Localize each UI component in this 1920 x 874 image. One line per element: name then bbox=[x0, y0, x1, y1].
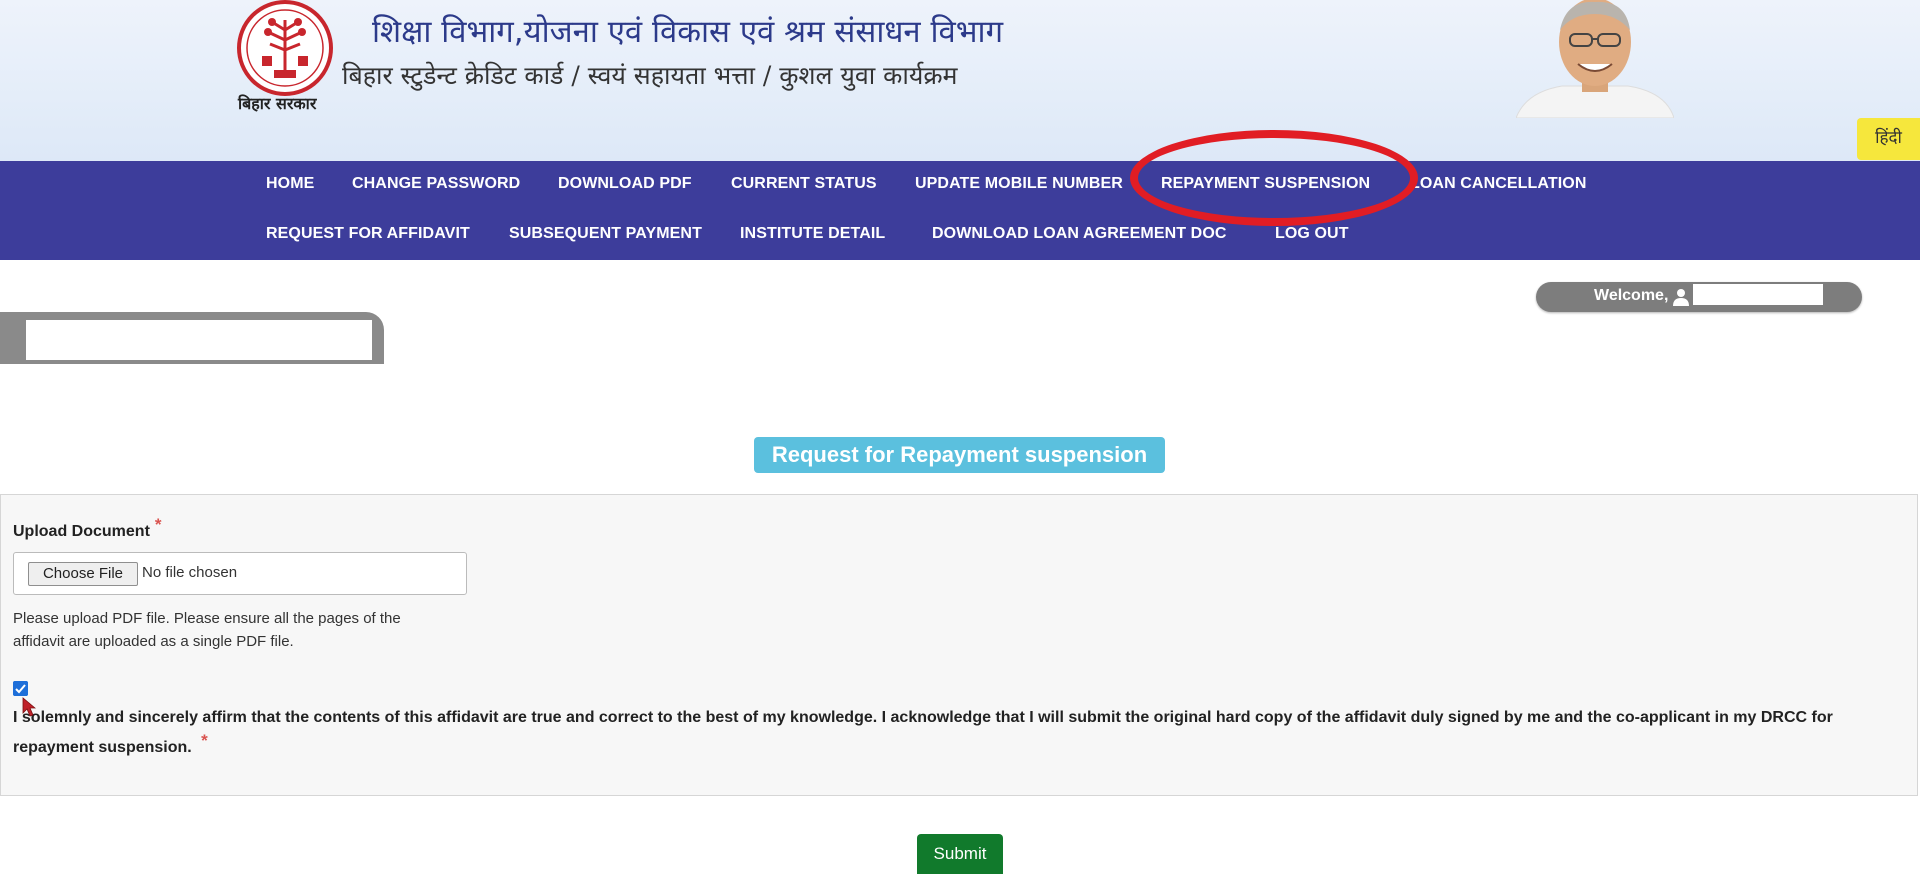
mouse-cursor-icon bbox=[22, 697, 36, 717]
affirmation-required-star: * bbox=[201, 731, 208, 750]
nav-institute-detail[interactable]: INSTITUTE DETAIL bbox=[740, 225, 885, 243]
help-line-2: affidavit are uploaded as a single PDF f… bbox=[13, 633, 294, 650]
choose-file-button[interactable]: Choose File bbox=[28, 562, 138, 586]
welcome-label: Welcome, bbox=[1594, 287, 1669, 304]
nav-log-out[interactable]: LOG OUT bbox=[1275, 225, 1349, 243]
form-title: Request for Repayment suspension bbox=[754, 437, 1165, 473]
program-subtitle: बिहार स्टुडेन्ट क्रेडिट कार्ड / स्वयं सह… bbox=[342, 61, 958, 90]
nav-loan-cancellation[interactable]: LOAN CANCELLATION bbox=[1410, 175, 1587, 193]
nav-download-loan-agreement-doc[interactable]: DOWNLOAD LOAN AGREEMENT DOC bbox=[932, 225, 1227, 243]
main-nav: HOME CHANGE PASSWORD DOWNLOAD PDF CURREN… bbox=[0, 161, 1920, 260]
chief-minister-portrait bbox=[1516, 0, 1674, 118]
redacted-profile-info bbox=[26, 320, 372, 360]
profile-tab bbox=[0, 312, 384, 364]
redacted-username bbox=[1693, 284, 1823, 305]
nav-update-mobile-number[interactable]: UPDATE MOBILE NUMBER bbox=[915, 175, 1123, 193]
nav-download-pdf[interactable]: DOWNLOAD PDF bbox=[558, 175, 692, 193]
required-star: * bbox=[154, 515, 162, 534]
nav-change-password[interactable]: CHANGE PASSWORD bbox=[352, 175, 520, 193]
upload-document-label: Upload Document * bbox=[13, 515, 162, 541]
upload-help-text: Please upload PDF file. Please ensure al… bbox=[13, 607, 473, 653]
affirmation-checkbox[interactable] bbox=[13, 681, 28, 696]
affirmation-statement: I solemnly and sincerely affirm that the… bbox=[13, 703, 1893, 762]
help-line-1: Please upload PDF file. Please ensure al… bbox=[13, 610, 401, 627]
nav-request-for-affidavit[interactable]: REQUEST FOR AFFIDAVIT bbox=[266, 225, 470, 243]
affirmation-text: I solemnly and sincerely affirm that the… bbox=[13, 709, 1833, 756]
nav-home[interactable]: HOME bbox=[266, 175, 314, 193]
site-header: बिहार सरकार शिक्षा विभाग,योजना एवं विकास… bbox=[0, 0, 1920, 161]
file-upload-input[interactable]: Choose File No file chosen bbox=[13, 552, 467, 595]
nav-current-status[interactable]: CURRENT STATUS bbox=[731, 175, 877, 193]
department-title: शिक्षा विभाग,योजना एवं विकास एवं श्रम सं… bbox=[372, 14, 1004, 50]
user-icon bbox=[1673, 289, 1689, 306]
bihar-emblem-icon bbox=[237, 0, 333, 96]
nav-subsequent-payment[interactable]: SUBSEQUENT PAYMENT bbox=[509, 225, 702, 243]
upload-label-text: Upload Document bbox=[13, 523, 150, 540]
nav-repayment-suspension[interactable]: REPAYMENT SUSPENSION bbox=[1161, 175, 1370, 193]
welcome-badge: Welcome, bbox=[1536, 282, 1862, 312]
emblem-caption: बिहार सरकार bbox=[238, 94, 317, 113]
language-toggle-button[interactable]: हिंदी bbox=[1857, 118, 1920, 160]
no-file-chosen-text: No file chosen bbox=[142, 564, 238, 581]
submit-button[interactable]: Submit bbox=[917, 834, 1003, 874]
